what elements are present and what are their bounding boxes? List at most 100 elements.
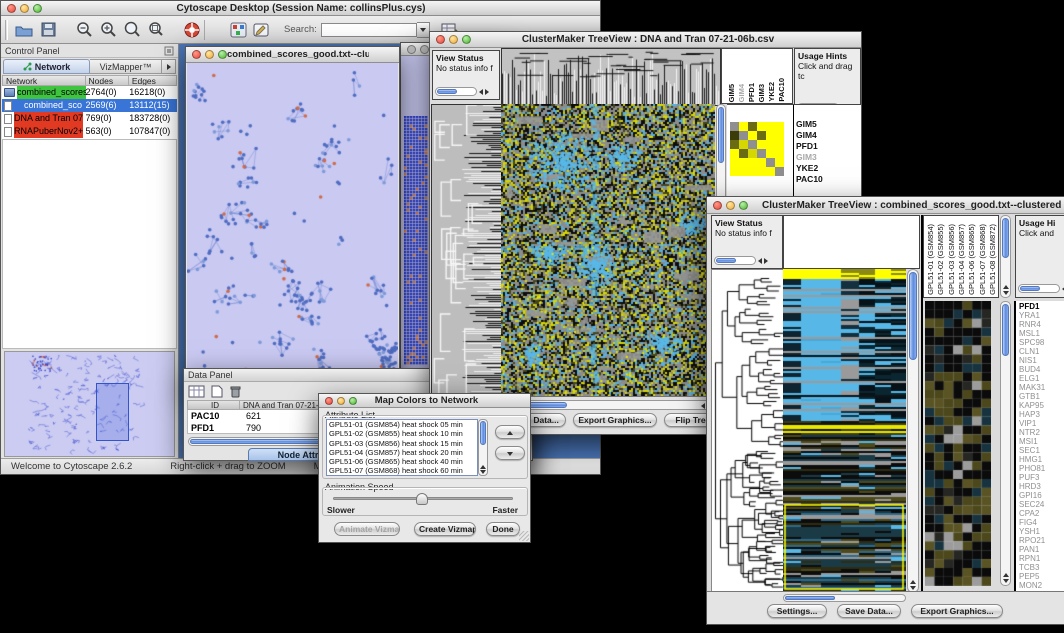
treeview2-titlebar[interactable]: ClusterMaker TreeView : combined_scores_… [707, 197, 1064, 214]
close-button[interactable] [192, 50, 201, 59]
network1-titlebar[interactable]: combined_scores_good.txt--cluste... [186, 47, 399, 63]
move-down-button[interactable] [495, 446, 525, 460]
attribute-item[interactable]: GPL51-01 (GSM854) heat shock 05 min [329, 420, 477, 429]
zoom-selected-button[interactable] [144, 19, 168, 41]
attribute-item[interactable]: GPL51-07 (GSM868) heat shock 60 min [329, 466, 477, 475]
network-row[interactable]: RNAPuberNov2+ 563(0) 107847(0) [2, 125, 177, 138]
network-row[interactable]: combined_scores 2764(0) 16218(0) [2, 86, 177, 99]
minimize-button[interactable] [449, 35, 458, 44]
column-network[interactable]: Network [3, 76, 86, 85]
treeview-button[interactable]: Export Graphics... [573, 413, 657, 427]
dialog-titlebar[interactable]: Map Colors to Network [319, 394, 530, 408]
column-label[interactable]: GPL51-07 (GSM868) [978, 224, 987, 295]
gene-label[interactable]: HRD3 [1019, 482, 1064, 491]
treeview1-titlebar[interactable]: ClusterMaker TreeView : DNA and Tran 07-… [430, 32, 861, 48]
zoom-button[interactable] [462, 35, 471, 44]
network-row[interactable]: DNA and Tran 07 769(0) 183728(0) [2, 112, 177, 125]
save-session-button[interactable] [36, 19, 60, 41]
toolbar-handle[interactable] [5, 20, 8, 40]
tv1-hscrollbar[interactable] [501, 400, 715, 410]
tv2-detail-heatmap[interactable] [925, 301, 991, 586]
gene-label[interactable]: MSL1 [1019, 329, 1064, 338]
column-label[interactable]: GPL51-06 (GSM865) [967, 224, 976, 295]
minimize-button[interactable] [726, 201, 735, 210]
gene-label[interactable]: PHO81 [1019, 464, 1064, 473]
help-button[interactable] [180, 19, 204, 41]
column-label[interactable]: GPL51-01 (GSM854) [926, 224, 935, 295]
main-titlebar[interactable]: Cytoscape Desktop (Session Name: collins… [1, 1, 600, 16]
minimize-button[interactable] [205, 50, 214, 59]
gene-label[interactable]: SEC24 [1019, 500, 1064, 509]
minimize-button[interactable] [337, 397, 345, 405]
tv2-row-dendrogram[interactable] [711, 269, 785, 595]
gene-label[interactable]: PUF3 [1019, 473, 1064, 482]
new-attribute-icon[interactable] [211, 385, 223, 398]
tv1-cluster-thumbnail[interactable] [730, 122, 784, 176]
gene-label[interactable]: FIG4 [1019, 518, 1064, 527]
search-dropdown-button[interactable] [417, 22, 430, 38]
view-status-scrollbar[interactable] [714, 256, 768, 265]
column-id[interactable]: ID [188, 401, 240, 409]
column-label[interactable]: GPL51-02 (GSM855) [936, 224, 945, 295]
gene-label[interactable]: RPN1 [1019, 554, 1064, 563]
network2-canvas[interactable] [404, 116, 428, 366]
gene-label[interactable]: VIP1 [1019, 419, 1064, 428]
zoom-in-button[interactable] [96, 19, 120, 41]
overview-canvas[interactable] [5, 352, 173, 456]
gene-label[interactable]: GIM3 [796, 152, 823, 163]
annotation-button[interactable] [250, 19, 274, 41]
gene-label[interactable]: PAC10 [796, 174, 823, 185]
tab-overflow-button[interactable] [162, 59, 176, 74]
column-label[interactable]: GIM5 [727, 84, 736, 102]
attribute-item[interactable]: GPL51-02 (GSM855) heat shock 10 min [329, 429, 477, 438]
attribute-item[interactable]: GPL51-06 (GSM865) heat shock 40 min [329, 457, 477, 466]
overview-viewport-rect[interactable] [96, 383, 129, 441]
zoom-button[interactable] [218, 50, 227, 59]
column-label[interactable]: YKE2 [767, 82, 776, 102]
tv1-heatmap[interactable] [501, 104, 715, 398]
attribute-list-scrollbar[interactable] [478, 419, 488, 476]
close-button[interactable] [407, 45, 416, 54]
column-label[interactable]: GIM3 [757, 84, 766, 102]
tv2-labels-scrollbar[interactable] [1000, 215, 1011, 298]
gene-label[interactable]: NIS1 [1019, 356, 1064, 365]
gene-label[interactable]: PFD1 [1019, 302, 1064, 311]
tv2-hscrollbar[interactable] [783, 594, 906, 602]
gene-label[interactable]: BUD4 [1019, 365, 1064, 374]
gene-label[interactable]: PEP5 [1019, 572, 1064, 581]
zoom-button[interactable] [739, 201, 748, 210]
zoom-fit-button[interactable] [120, 19, 144, 41]
column-label[interactable]: PFD1 [747, 83, 756, 102]
network-overview-panel[interactable] [4, 351, 175, 457]
gene-label[interactable]: KAP95 [1019, 401, 1064, 410]
gene-label[interactable]: PAN1 [1019, 545, 1064, 554]
gene-label[interactable]: MAK31 [1019, 383, 1064, 392]
treeview-button[interactable]: Settings... [767, 604, 827, 618]
network1-canvas[interactable] [187, 63, 398, 389]
gene-label[interactable]: GTB1 [1019, 392, 1064, 401]
gene-label[interactable]: MSI1 [1019, 437, 1064, 446]
minimize-button[interactable] [20, 4, 29, 13]
minimize-button[interactable] [420, 45, 429, 54]
column-edges[interactable]: Edges [129, 76, 176, 85]
tab-network[interactable]: Network [3, 59, 90, 74]
gene-label[interactable]: YRA1 [1019, 311, 1064, 320]
attribute-item[interactable]: GPL51-04 (GSM857) heat shock 20 min [329, 448, 477, 457]
create-vizmap-button[interactable]: Create Vizmap [414, 522, 476, 536]
gene-label[interactable]: GIM5 [796, 119, 823, 130]
open-session-button[interactable] [12, 19, 36, 41]
close-button[interactable] [325, 397, 333, 405]
table-icon[interactable] [188, 385, 205, 398]
close-button[interactable] [436, 35, 445, 44]
move-up-button[interactable] [495, 425, 525, 439]
done-button[interactable]: Done [486, 522, 520, 536]
tv1-row-dendrogram[interactable] [431, 104, 502, 400]
gene-label[interactable]: CLN1 [1019, 347, 1064, 356]
column-label[interactable]: GPL51-08 (GSM872) [988, 224, 997, 295]
search-input[interactable] [321, 23, 417, 37]
gene-label[interactable]: PFD1 [796, 141, 823, 152]
gene-label[interactable]: NTR2 [1019, 428, 1064, 437]
animate-vizmap-button[interactable]: Animate Vizmap [334, 522, 400, 536]
column-label[interactable]: GPL51-03 (GSM856) [947, 224, 956, 295]
gene-label[interactable]: CPA2 [1019, 509, 1064, 518]
